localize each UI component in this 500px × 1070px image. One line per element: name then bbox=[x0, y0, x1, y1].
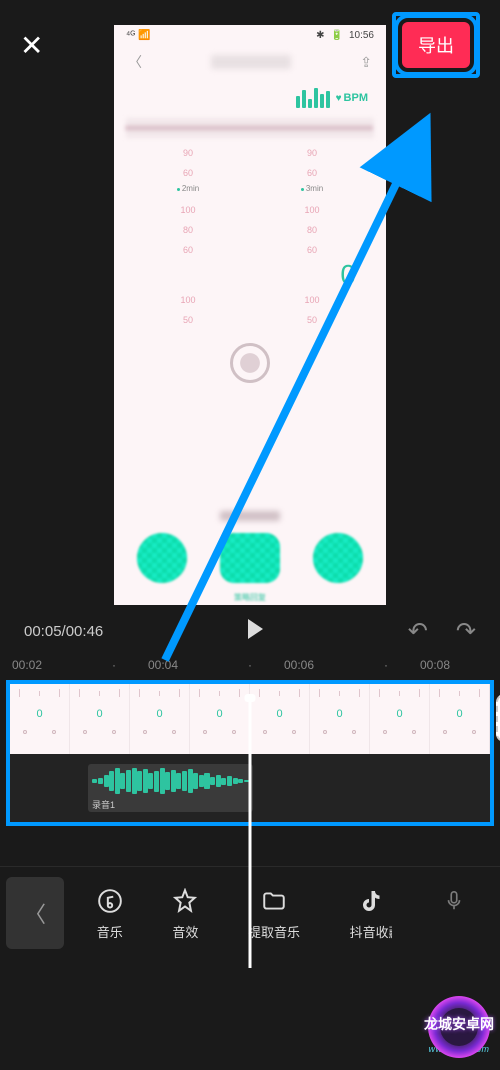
video-thumbnail[interactable]: 0 bbox=[310, 684, 370, 754]
pixelated-text bbox=[220, 511, 280, 521]
microphone-icon bbox=[443, 886, 465, 916]
pixelated-actions bbox=[114, 525, 386, 591]
music-note-icon bbox=[97, 886, 123, 916]
status-bar: ⁴ᴳ📶 ✱🔋10:56 bbox=[114, 25, 386, 46]
waveform-strip bbox=[126, 118, 374, 138]
audio-clip-label: 录音1 bbox=[88, 798, 253, 811]
watermark: 龙城安卓网 www.lcjtt.com bbox=[424, 996, 494, 1054]
axis-labels-2: 1008060 1008060 bbox=[126, 201, 374, 259]
star-icon bbox=[172, 886, 198, 916]
bpm-bars bbox=[296, 88, 330, 108]
preview-bottom-label: 策略回复 bbox=[114, 592, 386, 603]
preview-canvas-wrapper: ⁴ᴳ📶 ✱🔋10:56 〈 ⇪ ♥BPM 9060 bbox=[0, 25, 500, 605]
timeline-ruler: 00:02 · 00:04 · 00:06 · 00:08 bbox=[0, 658, 500, 680]
tool-douyin[interactable]: 抖音收藏 bbox=[350, 886, 392, 941]
tool-music[interactable]: 音乐 bbox=[97, 886, 123, 941]
time-labels: 2min 3min bbox=[126, 182, 374, 195]
video-thumbnail[interactable]: 0 bbox=[10, 684, 70, 754]
audio-clip[interactable]: 录音1 bbox=[88, 764, 253, 812]
playback-time: 00:05/00:46 bbox=[24, 623, 103, 640]
video-thumbnail[interactable]: 0 bbox=[370, 684, 430, 754]
douyin-icon bbox=[359, 886, 383, 916]
video-thumbnail[interactable]: 0 bbox=[130, 684, 190, 754]
axis-labels: 9060 9060 bbox=[126, 144, 374, 182]
toolbar-back-button[interactable]: 〈 bbox=[6, 877, 64, 949]
play-button[interactable] bbox=[248, 619, 263, 644]
play-icon bbox=[248, 619, 263, 639]
tool-extract-music[interactable]: 提取音乐 bbox=[248, 886, 300, 941]
playhead[interactable] bbox=[249, 698, 252, 968]
tool-label: 音乐 bbox=[97, 922, 123, 941]
audio-waveform bbox=[92, 767, 249, 795]
big-value: 0 bbox=[126, 259, 374, 291]
video-thumbnail[interactable]: 0 bbox=[70, 684, 130, 754]
add-clip-button[interactable]: + bbox=[496, 694, 500, 742]
bpm-label: BPM bbox=[344, 92, 368, 104]
preview-title-blur bbox=[211, 55, 291, 69]
preview-share-icon: ⇪ bbox=[360, 54, 372, 71]
tool-sound-fx[interactable]: 音效 bbox=[172, 886, 198, 941]
video-thumbnail[interactable]: 0 bbox=[190, 684, 250, 754]
folder-icon bbox=[261, 886, 287, 916]
video-preview[interactable]: ⁴ᴳ📶 ✱🔋10:56 〈 ⇪ ♥BPM 9060 bbox=[114, 25, 386, 605]
undo-button[interactable]: ↶ bbox=[408, 617, 428, 646]
export-button[interactable]: 导出 bbox=[402, 22, 470, 68]
tool-label: 抖音收藏 bbox=[350, 922, 392, 941]
redo-button[interactable]: ↷ bbox=[456, 617, 476, 646]
preview-back-icon: 〈 bbox=[128, 52, 142, 72]
axis-labels-3: 10050 10050 bbox=[126, 291, 374, 329]
heart-icon: ♥ bbox=[336, 93, 342, 104]
close-icon[interactable]: ✕ bbox=[20, 29, 43, 62]
tool-label: 音效 bbox=[172, 922, 198, 941]
tool-record[interactable]: 录音 bbox=[441, 886, 467, 941]
video-thumbnail[interactable]: 0 bbox=[430, 684, 490, 754]
export-highlight: 导出 bbox=[392, 12, 480, 78]
tool-label: 提取音乐 bbox=[248, 922, 300, 941]
record-circle-icon bbox=[230, 343, 270, 383]
video-thumbnail[interactable]: 0 bbox=[250, 684, 310, 754]
